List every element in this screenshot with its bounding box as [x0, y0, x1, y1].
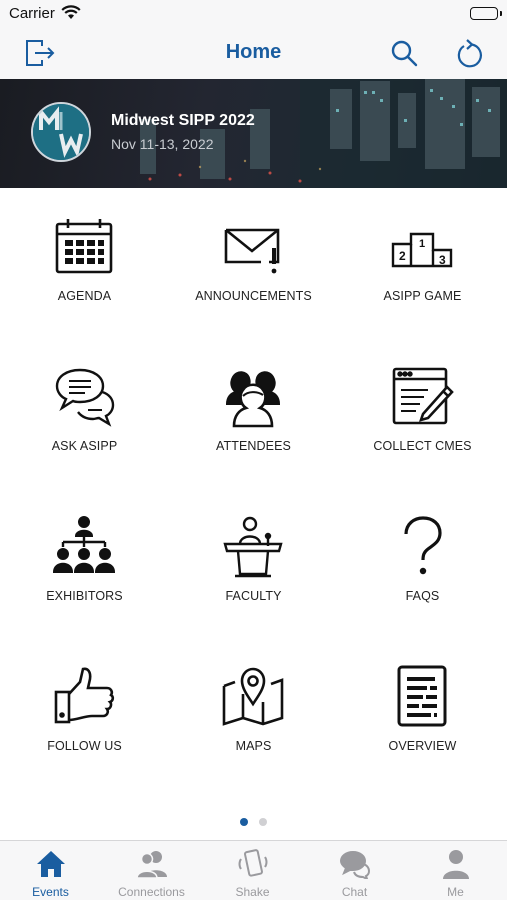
menu-label: OVERVIEW [388, 739, 457, 753]
menu-label: FOLLOW US [47, 739, 122, 753]
menu-item-faculty[interactable]: FACULTY [169, 488, 338, 638]
speech-bubbles-icon [55, 368, 115, 427]
tab-me[interactable]: Me [405, 841, 506, 900]
event-banner[interactable] [0, 79, 507, 188]
envelope-alert-icon [224, 228, 280, 274]
menu-item-agenda[interactable]: AGENDA [0, 188, 169, 338]
tab-label: Shake [235, 885, 270, 899]
tab-shake[interactable]: Shake [202, 841, 303, 900]
page-indicator[interactable] [0, 818, 507, 828]
page-dot [259, 818, 267, 826]
event-dates: Nov 11-13, 2022 [111, 136, 214, 152]
org-chart-icon [52, 516, 116, 573]
menu-item-asipp-game[interactable]: 2 1 3 ASIPP GAME [338, 188, 507, 338]
svg-text:1: 1 [419, 238, 425, 250]
tab-connections[interactable]: Connections [101, 841, 202, 900]
tab-label: Me [447, 885, 464, 899]
refresh-button[interactable] [452, 36, 486, 70]
menu-label: FACULTY [225, 589, 282, 603]
menu-label: COLLECT CMES [373, 439, 472, 453]
phone-shake-icon [238, 849, 268, 877]
calendar-icon [55, 219, 113, 274]
menu-label: MAPS [235, 739, 272, 753]
menu-item-faqs[interactable]: FAQS [338, 488, 507, 638]
menu-label: AGENDA [57, 289, 112, 303]
chat-bubbles-icon [339, 850, 371, 879]
menu-item-attendees[interactable]: ATTENDEES [169, 338, 338, 488]
event-logo [31, 102, 91, 162]
question-mark-icon [404, 516, 442, 575]
menu-label: ASIPP GAME [383, 289, 462, 303]
menu-label: FAQS [405, 589, 440, 603]
person-icon [443, 850, 469, 879]
menu-item-maps[interactable]: MAPS [169, 638, 338, 788]
thumbs-up-icon [54, 667, 115, 724]
event-name: Midwest SIPP 2022 [111, 112, 255, 129]
document-icon [397, 665, 447, 727]
carrier-label: Carrier [9, 5, 55, 22]
search-icon [391, 40, 418, 67]
wifi-icon [61, 5, 81, 25]
page-dot-active [240, 818, 248, 826]
menu-item-overview[interactable]: OVERVIEW [338, 638, 507, 788]
tab-label: Chat [341, 885, 368, 899]
menu-item-follow-us[interactable]: FOLLOW US [0, 638, 169, 788]
two-people-icon [136, 851, 167, 879]
status-bar: Carrier [0, 0, 507, 28]
menu-item-collect-cmes[interactable]: COLLECT CMES [338, 338, 507, 488]
menu-item-ask-asipp[interactable]: ASK ASIPP [0, 338, 169, 488]
nav-bar: Home [0, 28, 507, 79]
refresh-icon [457, 39, 482, 68]
search-button[interactable] [387, 36, 421, 70]
tab-events[interactable]: Events [0, 841, 101, 900]
form-pencil-icon [392, 367, 454, 425]
house-icon [37, 851, 65, 877]
tab-bar: Events Connections Shake Chat Me [0, 840, 507, 900]
tab-label: Events [32, 885, 69, 899]
podium-icon: 2 1 3 [391, 232, 453, 268]
svg-text:3: 3 [439, 253, 446, 267]
lectern-icon [223, 516, 283, 578]
tab-chat[interactable]: Chat [304, 841, 405, 900]
battery-icon [470, 7, 498, 20]
tab-label: Connections [118, 885, 185, 899]
menu-item-announcements[interactable]: ANNOUNCEMENTS [169, 188, 338, 338]
map-pin-icon [222, 667, 284, 726]
menu-label: ASK ASIPP [51, 439, 118, 453]
svg-text:2: 2 [399, 249, 406, 263]
menu-label: ATTENDEES [216, 439, 291, 453]
page-title: Home [225, 41, 282, 63]
menu-item-exhibitors[interactable]: EXHIBITORS [0, 488, 169, 638]
menu-label: EXHIBITORS [46, 589, 123, 603]
menu-label: ANNOUNCEMENTS [195, 289, 312, 303]
people-icon [225, 371, 281, 428]
